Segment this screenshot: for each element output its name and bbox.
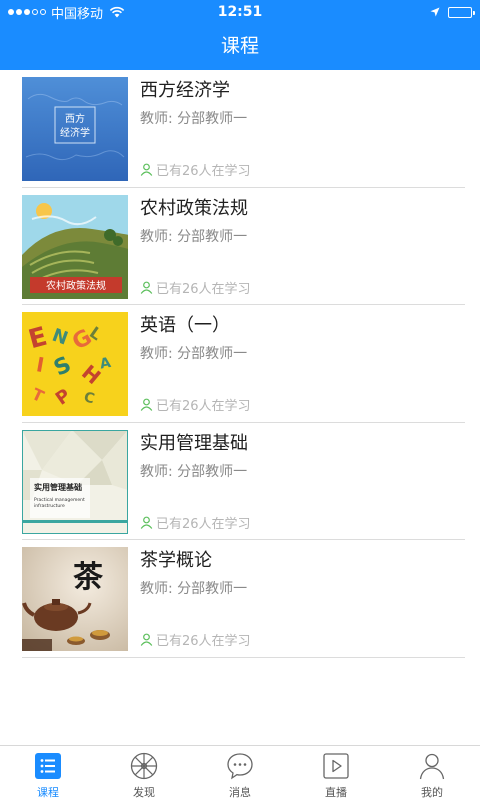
course-teacher: 教师: 分部教师一 [140,581,248,597]
course-teacher: 教师: 分部教师一 [140,463,248,480]
page-title: 课程 [220,35,259,57]
tab-label: 我的 [421,786,443,799]
course-title: 实用管理基础 [140,432,248,454]
course-item[interactable]: 茶 茶学概论 教师: 分部教师一 已有26人在学习 [22,540,465,658]
course-title: 茶学概论 [140,550,212,571]
course-thumbnail: 农村政策法规 [22,194,128,299]
thumb-text: 茶 [73,560,104,595]
person-icon [140,163,153,176]
course-thumbnail: E N G L I S H A T P C [22,312,128,416]
learners-text: 已有26人在学习 [156,164,251,179]
course-thumbnail: 实用管理基础 Practical management infrastructu… [22,429,128,534]
course-thumbnail: 茶 [22,547,128,651]
thumb-text: Practical management [34,497,85,503]
tab-messages[interactable]: 消息 [192,746,288,800]
chat-bubble-icon [225,751,255,781]
tab-discover[interactable]: 发现 [96,746,192,800]
thumb-text: 西方 [65,112,85,125]
learners-text: 已有26人在学习 [156,516,251,532]
wifi-icon [109,6,125,18]
course-list: 西方 经济学 西方经济学 教师: 分部教师一 已有26人在学习 农村政策法规 农… [0,70,480,658]
battery-icon [448,6,475,18]
course-learners: 已有26人在学习 [140,395,251,414]
course-teacher: 教师: 分部教师一 [140,346,248,362]
person-icon [140,398,153,411]
course-item[interactable]: 农村政策法规 农村政策法规 教师: 分部教师一 已有26人在学习 [22,188,465,305]
app-header: 中国移动 12:51 课程 [0,0,480,70]
location-arrow-icon [430,7,440,17]
course-item[interactable]: E N G L I S H A T P C 英语（一） 教师: 分部教师一 已有… [22,305,465,423]
person-icon [140,281,153,294]
learners-text: 已有26人在学习 [156,281,251,297]
carrier-name: 中国移动 [51,6,104,22]
course-learners: 已有26人在学习 [140,630,251,649]
course-item[interactable]: 西方 经济学 西方经济学 教师: 分部教师一 已有26人在学习 [22,70,465,188]
status-bar: 中国移动 12:51 [0,0,480,24]
thumb-text: 经济学 [60,126,90,139]
tab-courses[interactable]: 课程 [0,746,96,800]
thumb-text: 实用管理基础 [34,482,82,492]
user-icon [417,751,447,781]
learners-text: 已有26人在学习 [156,634,251,649]
course-teacher: 教师: 分部教师一 [140,228,248,245]
course-teacher: 教师: 分部教师一 [140,111,248,127]
play-icon [321,751,351,781]
learners-text: 已有26人在学习 [156,399,251,414]
signal-strength-icon [8,9,46,15]
tab-me[interactable]: 我的 [384,746,480,800]
course-learners: 已有26人在学习 [140,278,251,297]
course-learners: 已有26人在学习 [140,160,251,179]
compass-wheel-icon [129,751,159,781]
course-title: 西方经济学 [140,80,230,101]
thumb-text: 农村政策法规 [46,279,106,292]
tab-live[interactable]: 直播 [288,746,384,800]
tab-label: 直播 [325,786,347,799]
course-thumbnail: 西方 经济学 [22,77,128,181]
person-icon [140,516,153,529]
list-icon [33,751,63,781]
course-item[interactable]: 实用管理基础 Practical management infrastructu… [22,423,465,540]
tab-label: 发现 [133,786,155,799]
tab-label: 课程 [37,786,59,799]
tab-bar: 课程 发现 消息 直播 我的 [0,745,480,800]
person-icon [140,633,153,646]
course-learners: 已有26人在学习 [140,513,251,532]
course-title: 英语（一） [140,315,230,336]
thumb-text: infrastructure [34,503,65,509]
course-title: 农村政策法规 [140,197,248,219]
tab-label: 消息 [229,786,251,799]
